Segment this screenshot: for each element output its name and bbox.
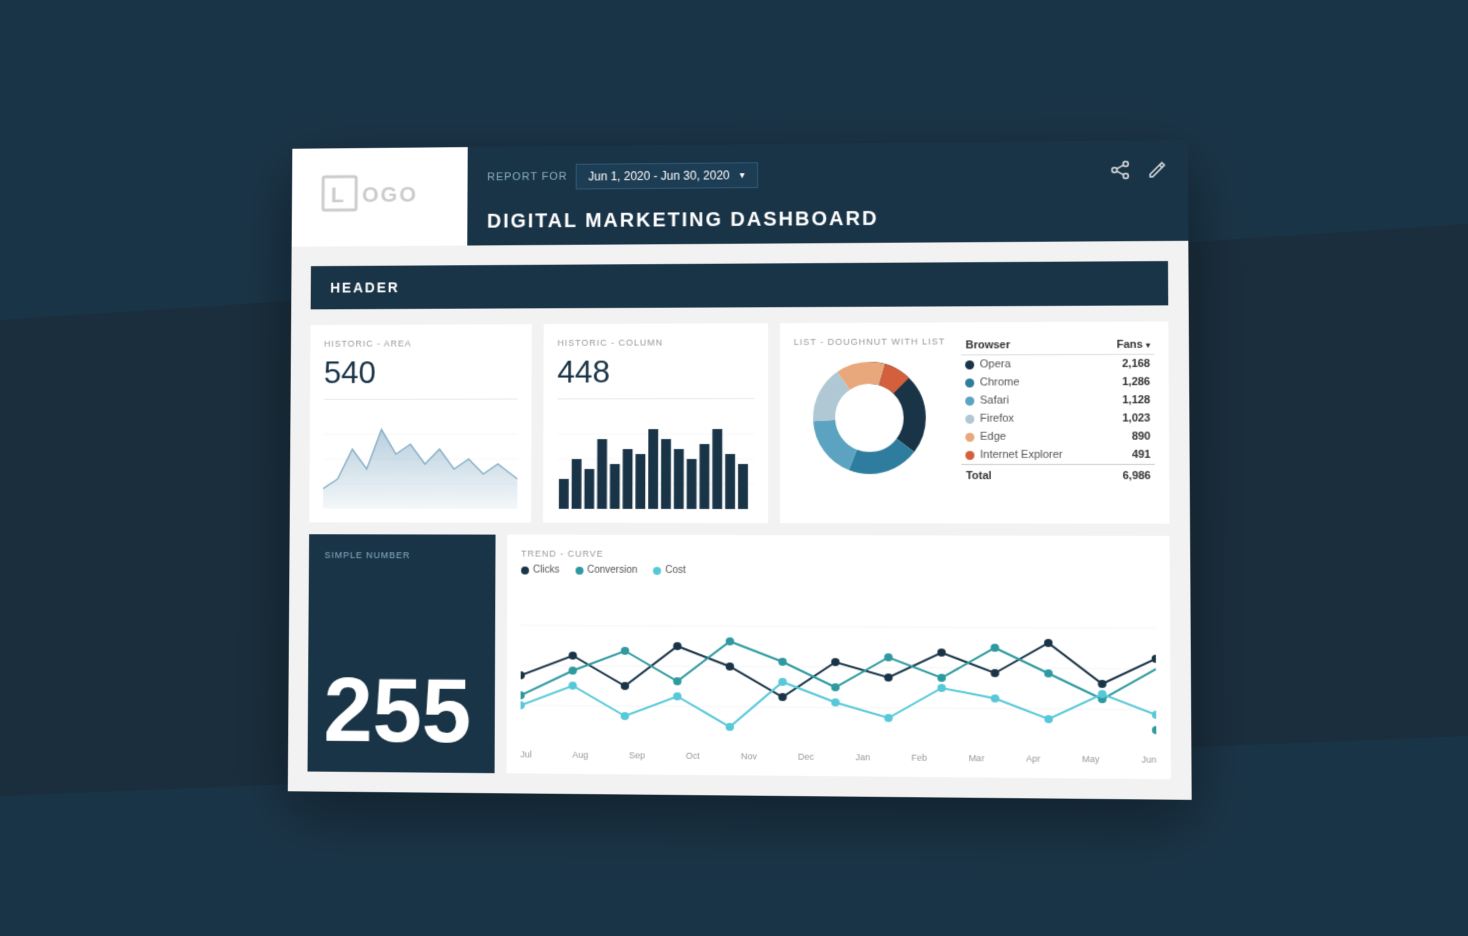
sort-arrow-icon[interactable]: ▾ bbox=[1146, 340, 1150, 349]
x-axis-label: Dec bbox=[798, 751, 814, 761]
browser-name: Opera bbox=[962, 354, 1100, 373]
browser-fans: 1,023 bbox=[1100, 409, 1155, 427]
column-chart bbox=[557, 409, 754, 509]
simple-number-value: 255 bbox=[323, 666, 479, 757]
browser-row: Edge 890 bbox=[962, 427, 1155, 445]
browser-fans: 491 bbox=[1100, 445, 1155, 464]
historic-area-title: HISTORIC - AREA bbox=[324, 338, 518, 349]
browser-table: Browser Fans ▾ Opera 2,168 bbox=[961, 335, 1154, 485]
trend-card: TREND - CURVE Clicks Conversion Cost bbox=[506, 534, 1171, 779]
x-axis-label: Jan bbox=[855, 752, 870, 762]
historic-column-title: HISTORIC - COLUMN bbox=[557, 337, 754, 348]
trend-legend: Clicks Conversion Cost bbox=[521, 564, 1155, 577]
x-axis-label: Jul bbox=[520, 749, 531, 759]
total-value: 6,986 bbox=[1100, 464, 1155, 485]
charts-row-1: HISTORIC - AREA 540 bbox=[309, 321, 1169, 523]
x-axis-label: Mar bbox=[969, 753, 985, 763]
legend-label: Conversion bbox=[587, 564, 637, 575]
legend-label: Clicks bbox=[533, 564, 559, 575]
browser-fans: 1,286 bbox=[1100, 372, 1155, 390]
legend-item: Conversion bbox=[575, 564, 637, 575]
area-chart bbox=[323, 409, 518, 508]
doughnut-title: LIST - DOUGHNUT WITH LIST bbox=[794, 336, 946, 347]
x-axis-label: Apr bbox=[1026, 753, 1040, 763]
share-icon[interactable] bbox=[1110, 159, 1130, 184]
svg-text:OGO: OGO bbox=[362, 181, 418, 206]
browser-name: Safari bbox=[962, 391, 1100, 409]
dashboard-wrapper: L OGO REPORT FOR Jun 1, 2020 - Jun 30, 2… bbox=[288, 140, 1192, 800]
browser-row: Safari 1,128 bbox=[962, 391, 1155, 410]
browser-row: Opera 2,168 bbox=[962, 354, 1155, 373]
legend-label: Cost bbox=[665, 564, 686, 575]
doughnut-right: Browser Fans ▾ Opera 2,168 bbox=[961, 335, 1155, 509]
header-icons bbox=[1110, 159, 1167, 185]
report-row: REPORT FOR Jun 1, 2020 - Jun 30, 2020 ▾ bbox=[487, 158, 1167, 190]
trend-title: TREND - CURVE bbox=[521, 548, 1155, 560]
legend-item: Clicks bbox=[521, 564, 559, 575]
browser-col-header: Browser bbox=[961, 335, 1099, 354]
browser-row: Firefox 1,023 bbox=[962, 409, 1155, 427]
report-label: REPORT FOR bbox=[487, 170, 567, 183]
logo-area: L OGO bbox=[292, 147, 468, 247]
browser-name: Firefox bbox=[962, 409, 1100, 427]
browser-fans: 890 bbox=[1100, 427, 1155, 445]
browser-name: Internet Explorer bbox=[962, 445, 1100, 464]
logo: L OGO bbox=[321, 167, 438, 225]
date-selector-group: REPORT FOR Jun 1, 2020 - Jun 30, 2020 ▾ bbox=[487, 162, 757, 190]
browser-name: Chrome bbox=[962, 373, 1100, 391]
fans-col-header: Fans ▾ bbox=[1099, 335, 1154, 354]
header-right: REPORT FOR Jun 1, 2020 - Jun 30, 2020 ▾ bbox=[467, 140, 1188, 245]
historic-area-value: 540 bbox=[324, 353, 518, 390]
x-axis-label: Nov bbox=[741, 751, 757, 761]
x-axis-label: Feb bbox=[911, 752, 927, 762]
doughnut-left: LIST - DOUGHNUT WITH LIST bbox=[794, 336, 946, 509]
section-header: HEADER bbox=[311, 261, 1169, 309]
x-axis-label: Sep bbox=[629, 750, 645, 760]
browser-name: Edge bbox=[962, 427, 1100, 445]
browser-row: Internet Explorer 491 bbox=[962, 445, 1155, 464]
doughnut-card: LIST - DOUGHNUT WITH LIST bbox=[780, 321, 1170, 523]
trend-chart bbox=[520, 585, 1156, 750]
simple-number-title: SIMPLE NUMBER bbox=[325, 550, 480, 560]
x-axis-label: Oct bbox=[686, 750, 700, 760]
bottom-row: SIMPLE NUMBER 255 TREND - CURVE Clicks C… bbox=[308, 534, 1171, 779]
simple-number-card: SIMPLE NUMBER 255 bbox=[308, 534, 496, 773]
date-range-text: Jun 1, 2020 - Jun 30, 2020 bbox=[588, 168, 729, 183]
total-label: Total bbox=[962, 464, 1100, 485]
content-area: HEADER HISTORIC - AREA 540 bbox=[288, 240, 1192, 799]
browser-fans: 2,168 bbox=[1099, 354, 1154, 373]
x-axis-label: Jun bbox=[1141, 754, 1156, 764]
historic-column-value: 448 bbox=[557, 353, 754, 390]
date-selector[interactable]: Jun 1, 2020 - Jun 30, 2020 ▾ bbox=[575, 162, 757, 189]
historic-area-card: HISTORIC - AREA 540 bbox=[309, 324, 532, 523]
dashboard-title: DIGITAL MARKETING DASHBOARD bbox=[487, 205, 1168, 233]
browser-fans: 1,128 bbox=[1100, 391, 1155, 409]
doughnut-chart bbox=[804, 352, 935, 483]
chevron-down-icon: ▾ bbox=[740, 169, 745, 180]
x-axis-label: May bbox=[1082, 753, 1099, 763]
x-axis-label: Aug bbox=[572, 749, 588, 759]
top-bar: L OGO REPORT FOR Jun 1, 2020 - Jun 30, 2… bbox=[292, 140, 1189, 246]
edit-icon[interactable] bbox=[1147, 159, 1168, 184]
browser-row: Chrome 1,286 bbox=[962, 372, 1155, 391]
historic-column-card: HISTORIC - COLUMN 448 bbox=[543, 323, 768, 523]
svg-text:L: L bbox=[331, 182, 346, 207]
legend-item: Cost bbox=[653, 564, 685, 575]
